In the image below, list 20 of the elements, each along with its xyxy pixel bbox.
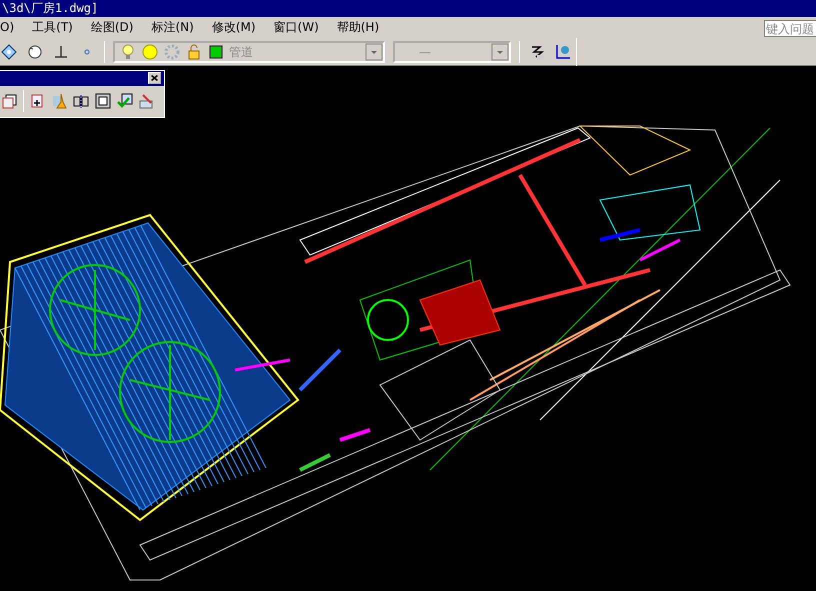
menu-item[interactable]: 帮助(H) [328,17,388,38]
menu-item[interactable]: 窗口(W) [264,17,328,38]
nested-box-icon[interactable] [94,92,112,110]
linetype-value: — [419,44,432,60]
close-icon[interactable] [148,72,161,84]
split-box-icon[interactable] [72,92,90,110]
color-square-icon[interactable] [207,42,225,60]
menu-item[interactable]: 标注(N) [142,17,203,38]
diamond-arrows-icon[interactable] [0,42,18,60]
menu-item[interactable]: O) [0,17,24,38]
menu-item[interactable]: 修改(M) [202,17,265,38]
circle-icon[interactable] [26,42,44,60]
window-title: \3d\厂房1.dwg] [0,0,816,17]
menu-item[interactable]: 工具(T) [23,17,82,38]
check-box-icon[interactable] [116,92,134,110]
help-search-field[interactable]: 键入问题 [764,20,816,37]
sun-icon[interactable] [141,42,159,60]
menu-item[interactable]: 绘图(D) [82,17,142,38]
layer-name: 管道 [229,44,254,60]
box-icon[interactable] [1,92,19,110]
